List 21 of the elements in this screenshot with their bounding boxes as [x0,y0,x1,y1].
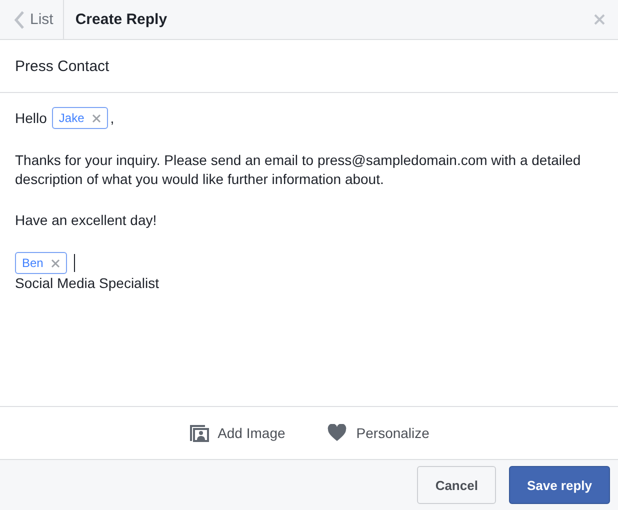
remove-icon[interactable] [92,114,102,122]
save-button[interactable]: Save reply [508,466,610,504]
greeting-text: Hello [15,108,47,128]
message-paragraph: Have an excellent day! [15,211,158,230]
personalize-button[interactable]: Personalize [327,424,430,442]
dialog-title: Create Reply [75,11,168,28]
name-tag[interactable]: Ben [15,252,68,274]
back-button[interactable]: List [0,0,64,39]
heart-icon [327,424,348,442]
message-paragraph: Thanks for your inquiry. Please send an email to press@sampledomain.com with a detailed description of what you would like further information about. [15,151,582,189]
remove-icon[interactable] [51,258,60,268]
comma-text: , [110,108,114,128]
signature-title: Social Media Specialist [15,274,160,293]
image-icon [188,424,209,442]
reply-name: Press Contact [15,58,110,74]
name-tag[interactable]: Jake [52,107,108,129]
chevron-left-icon [14,10,25,28]
cancel-button[interactable]: Cancel [417,466,496,504]
add-image-button[interactable]: Add Image [188,424,286,442]
close-icon[interactable] [594,14,605,25]
text-cursor [74,254,76,272]
